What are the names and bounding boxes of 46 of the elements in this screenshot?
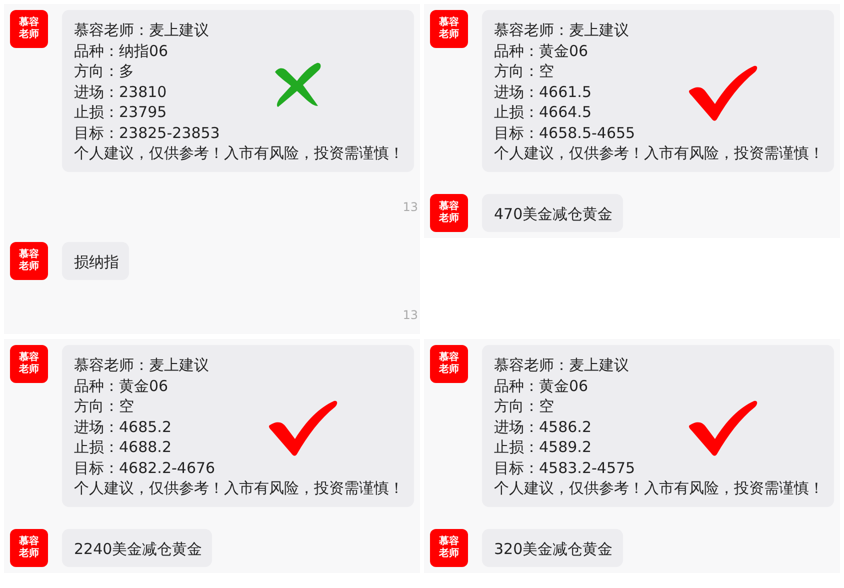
message-text: 慕容老师：麦上建议 [494,20,630,40]
message-text: 方向：多 [74,61,135,82]
avatar: 慕容老师 [430,10,468,48]
check-mark-icon [688,399,758,457]
message-text: 470美金减仓黄金 [494,204,613,224]
avatar: 慕容老师 [10,10,48,48]
cross-mark-icon [272,60,322,108]
message-text: 2240美金减仓黄金 [74,538,202,559]
message-text: 慕容老师：麦上建议 [74,20,210,40]
avatar: 慕容老师 [10,242,48,280]
message-text: 个人建议，仅供参考！入市有风险，投资需谨慎！ [74,478,404,498]
message-text: 慕容老师：麦上建议 [494,355,630,376]
timestamp: 13 [402,200,419,214]
message-text: 进场：4685.2 [74,416,172,437]
message-text: 品种：黄金06 [494,376,590,396]
avatar: 慕容老师 [10,528,48,566]
message-text: 止损：23795 [74,102,168,122]
timestamp: 13 [402,308,419,322]
message-text: 目标：23825-23853 [74,122,221,143]
avatar: 慕容老师 [430,345,468,383]
message-text: 品种：黄金06 [74,376,170,396]
message-text: 损纳指 [74,252,119,272]
message-text: 止损：4688.2 [74,437,172,458]
check-mark-icon [268,399,338,457]
message-text: 目标：4583.2-4575 [494,458,636,478]
message-text: 进场：4661.5 [494,82,592,102]
message-text: 320美金减仓黄金 [494,538,613,559]
message-text: 目标：4658.5-4655 [494,122,636,143]
message-text: 目标：4682.2-4676 [74,458,216,478]
check-mark-icon [688,64,758,122]
message-text: 止损：4589.2 [494,437,592,458]
avatar: 慕容老师 [10,345,48,383]
message-text: 个人建议，仅供参考！入市有风险，投资需谨慎！ [494,143,824,164]
message-text: 进场：23810 [74,82,168,102]
message-text: 方向：空 [494,396,555,416]
message-text: 品种：纳指06 [74,40,170,61]
message-text: 止损：4664.5 [494,102,592,122]
message-text: 个人建议，仅供参考！入市有风险，投资需谨慎！ [494,478,824,498]
message-text: 个人建议，仅供参考！入市有风险，投资需谨慎！ [74,143,404,164]
message-text: 品种：黄金06 [494,40,590,61]
message-text: 方向：空 [74,396,135,416]
avatar: 慕容老师 [430,194,468,232]
avatar: 慕容老师 [430,528,468,566]
message-text: 进场：4586.2 [494,416,592,437]
message-text: 方向：空 [494,61,555,82]
message-text: 慕容老师：麦上建议 [74,355,210,376]
